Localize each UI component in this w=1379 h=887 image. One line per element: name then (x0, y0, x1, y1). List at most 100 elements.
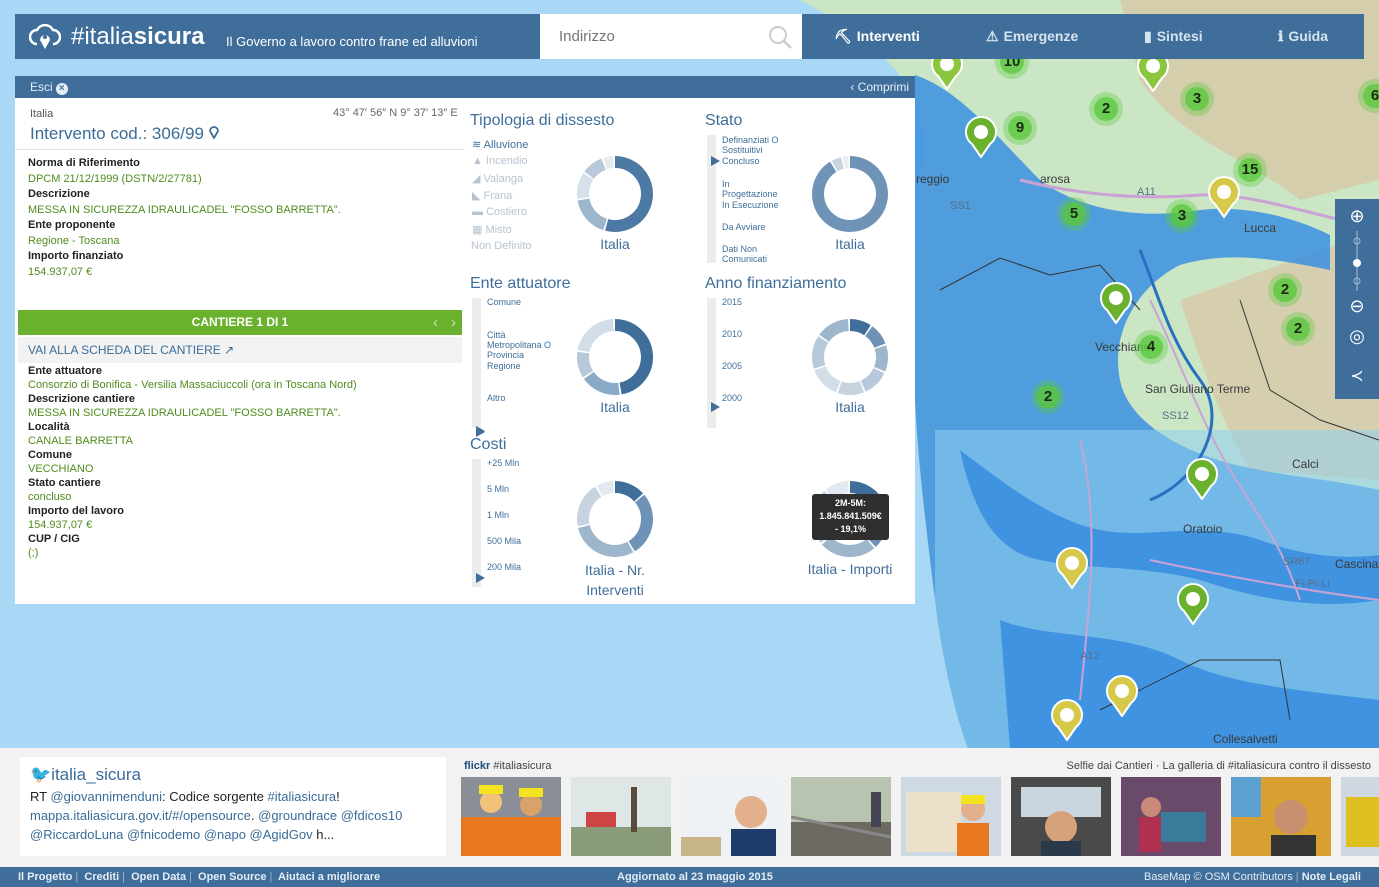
map-cluster[interactable]: 4 (1139, 335, 1163, 359)
zoom-slider[interactable] (1352, 231, 1362, 291)
nav-interventi[interactable]: ⛏ Interventi (834, 14, 920, 59)
nav-emergenze[interactable]: ⚠ Emergenze (986, 14, 1078, 59)
flickr-photo[interactable] (1121, 777, 1221, 856)
donut-segment[interactable] (605, 156, 653, 232)
search-icon[interactable] (768, 25, 792, 49)
donut-segment[interactable] (628, 494, 653, 552)
twitter-handle[interactable]: 🐦italia_sicura (30, 765, 436, 785)
map-cluster[interactable]: 3 (1185, 87, 1209, 111)
donut-segment[interactable] (578, 524, 634, 557)
flickr-photo[interactable] (1231, 777, 1331, 856)
footer-link-open-source[interactable]: Open Source (198, 871, 266, 883)
donut-segment[interactable] (821, 536, 875, 557)
map-cluster[interactable]: 9 (1008, 116, 1032, 140)
donut-segment[interactable] (577, 173, 594, 199)
scale-tick[interactable]: Definanziati O Sostituitivi (722, 135, 802, 155)
donut-segment[interactable] (614, 319, 653, 395)
chevron-right-icon[interactable]: › (451, 310, 456, 335)
donut-segment[interactable] (577, 319, 615, 353)
construction-pin-icon[interactable] (1176, 583, 1210, 625)
donut-segment[interactable] (837, 381, 864, 395)
flickr-photo[interactable] (571, 777, 671, 856)
scale-tick[interactable]: Altro (487, 393, 506, 403)
scale-marker-icon[interactable] (476, 427, 485, 437)
scale-tick[interactable]: 500 Mila (487, 536, 521, 546)
donut-segment[interactable] (814, 365, 841, 393)
flickr-header[interactable]: flickr #italiasicura (464, 760, 551, 772)
scale-tick[interactable]: 2005 (722, 361, 742, 371)
construction-pin-icon[interactable] (1055, 547, 1089, 589)
donut-stato[interactable] (810, 154, 890, 234)
legend-item-frana[interactable]: ◣ Frana (472, 189, 512, 202)
donut-segment[interactable] (860, 367, 885, 392)
donut-segment[interactable] (864, 326, 886, 349)
scale-tick[interactable]: In Esecuzione (722, 200, 779, 210)
cloud-pin-logo-icon[interactable] (29, 22, 61, 50)
scale-tick[interactable]: 2015 (722, 297, 742, 307)
donut-segment[interactable] (819, 319, 850, 342)
nav-sintesi[interactable]: ▮ Sintesi (1144, 14, 1203, 59)
scale-marker-icon[interactable] (476, 573, 485, 583)
legend-item-valanga[interactable]: ◢ Valanga (472, 172, 523, 185)
legend-item-non-definito[interactable]: Non Definito (471, 240, 532, 252)
flickr-photo[interactable] (901, 777, 1001, 856)
flickr-photo[interactable] (461, 777, 561, 856)
scheda-cantiere-link[interactable]: VAI ALLA SCHEDA DEL CANTIERE ↗ (28, 343, 234, 357)
donut-segment[interactable] (577, 198, 608, 231)
donut-segment[interactable] (842, 156, 849, 169)
scale-tick[interactable]: Comune (487, 297, 521, 307)
flickr-photo[interactable] (681, 777, 781, 856)
donut-segment[interactable] (812, 336, 829, 369)
donut-costi-nr[interactable] (575, 479, 655, 559)
scale-tick[interactable]: 200 Mila (487, 562, 521, 572)
map-cluster[interactable]: 2 (1036, 385, 1060, 409)
scale-marker-icon[interactable] (711, 156, 720, 166)
donut-segment[interactable] (583, 371, 620, 395)
nav-guida[interactable]: ℹ Guida (1278, 14, 1328, 59)
scale-tick[interactable]: In Progettazione (722, 179, 782, 199)
scale-tick[interactable]: Da Avviare (722, 222, 765, 232)
footer-link-legal[interactable]: Note Legali (1302, 871, 1361, 883)
legend-item-incendio[interactable]: ▲ Incendio (472, 155, 528, 167)
footer-link-progetto[interactable]: Il Progetto (18, 871, 72, 883)
map-cluster[interactable]: 2 (1094, 97, 1118, 121)
scale-tick[interactable]: 2010 (722, 329, 742, 339)
scale-tick[interactable]: Città Metropolitana O Provincia (487, 330, 557, 360)
donut-ente[interactable] (575, 317, 655, 397)
donut-anno[interactable] (810, 317, 890, 397)
map-cluster[interactable]: 3 (1170, 204, 1194, 228)
tweet-hashtag[interactable]: #italiasicura (268, 789, 337, 804)
scale-tick[interactable]: +25 Mln (487, 458, 519, 468)
brand-title[interactable]: #italiasicura (71, 23, 204, 51)
donut-segment[interactable] (812, 156, 888, 232)
donut-segment[interactable] (849, 319, 871, 336)
scale-tick[interactable]: Regione (487, 361, 521, 371)
scale-tick[interactable]: Concluso (722, 156, 760, 166)
construction-pin-icon[interactable] (1105, 675, 1139, 717)
map-cluster[interactable]: 2 (1286, 317, 1310, 341)
flickr-photo[interactable] (791, 777, 891, 856)
zoom-in-icon[interactable]: ⊕ (1347, 206, 1367, 227)
scale-tick[interactable]: 1 Mln (487, 510, 509, 520)
legend-item-alluvione[interactable]: ≋ Alluvione (472, 138, 528, 151)
map-cluster[interactable]: 2 (1273, 278, 1297, 302)
flickr-photo[interactable] (1341, 777, 1379, 856)
basemap-credit[interactable]: BaseMap © OSM Contributors (1144, 871, 1293, 883)
collapse-button[interactable]: ‹ Comprimi (850, 80, 909, 94)
scale-marker-icon[interactable] (711, 402, 720, 412)
donut-segment[interactable] (873, 345, 888, 372)
tweet-mention[interactable]: @giovannimenduni (50, 789, 162, 804)
footer-link-crediti[interactable]: Crediti (84, 871, 119, 883)
exit-button[interactable]: Esci × (30, 80, 68, 95)
donut-segment[interactable] (577, 486, 602, 527)
donut-segment[interactable] (614, 481, 644, 502)
chevron-left-icon[interactable]: ‹ (433, 310, 438, 335)
map-cluster[interactable]: 15 (1238, 158, 1262, 182)
map-cluster[interactable]: 5 (1062, 202, 1086, 226)
legend-item-costiero[interactable]: ▬ Costiero (472, 206, 527, 218)
footer-link-open-data[interactable]: Open Data (131, 871, 186, 883)
construction-pin-icon[interactable] (1099, 282, 1133, 324)
locate-icon[interactable]: ◎ (1347, 326, 1367, 347)
tweet-link[interactable]: mappa.italiasicura.gov.it/#/opensource (30, 808, 251, 823)
zoom-out-icon[interactable]: ⊖ (1347, 296, 1367, 317)
